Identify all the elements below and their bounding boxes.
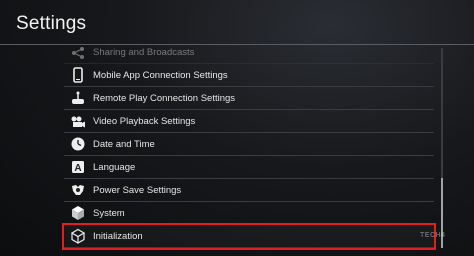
menu-item-label: Language: [93, 161, 136, 173]
settings-screen: Settings Sharing and Broadcasts Mobile A…: [0, 0, 474, 256]
system-cube-icon: [68, 203, 88, 223]
menu-item-label: Power Save Settings: [93, 184, 182, 196]
menu-item-label: Remote Play Connection Settings: [93, 92, 236, 104]
share-icon: [68, 43, 88, 63]
menu-item-remote-play-connection[interactable]: Remote Play Connection Settings: [64, 87, 434, 110]
scrollbar-track[interactable]: [441, 48, 443, 248]
menu-item-label: Initialization: [93, 230, 143, 242]
menu-item-system[interactable]: System: [64, 202, 434, 225]
menu-item-label: Sharing and Broadcasts: [93, 47, 195, 58]
settings-menu-list: Sharing and Broadcasts Mobile App Connec…: [62, 42, 436, 250]
remote-play-icon: [68, 88, 88, 108]
page-title: Settings: [16, 13, 87, 34]
menu-item-language[interactable]: A Language: [64, 156, 434, 179]
menu-item-mobile-app-connection[interactable]: Mobile App Connection Settings: [64, 64, 434, 87]
video-playback-icon: [68, 111, 88, 131]
menu-item-label: Mobile App Connection Settings: [93, 69, 228, 81]
clock-icon: [68, 134, 88, 154]
menu-item-sharing-and-broadcasts[interactable]: Sharing and Broadcasts: [64, 42, 434, 64]
menu-item-power-save[interactable]: Power Save Settings: [64, 179, 434, 202]
menu-item-video-playback[interactable]: Video Playback Settings: [64, 110, 434, 133]
language-icon: A: [68, 157, 88, 177]
menu-item-initialization[interactable]: Initialization: [62, 223, 436, 250]
menu-item-date-and-time[interactable]: Date and Time: [64, 133, 434, 156]
watermark-logo: TECH4: [420, 232, 446, 239]
svg-text:A: A: [74, 163, 81, 174]
menu-item-label: Date and Time: [93, 138, 155, 150]
menu-item-label: Video Playback Settings: [93, 115, 196, 127]
phone-icon: [68, 65, 88, 85]
power-save-icon: [68, 180, 88, 200]
menu-item-label: System: [93, 207, 125, 219]
initialization-icon: [68, 226, 88, 246]
